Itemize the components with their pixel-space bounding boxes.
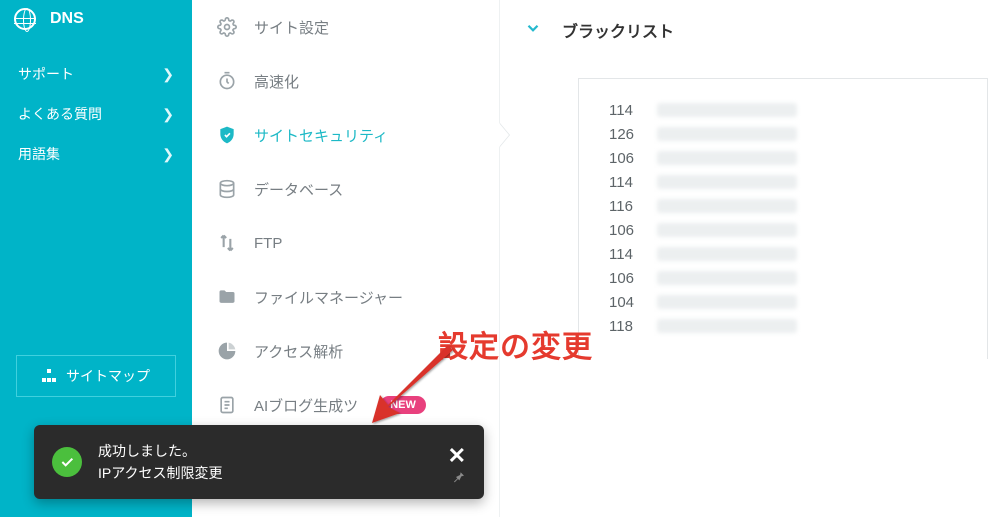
ip-octet: 106 (609, 219, 647, 243)
nav-item-label: FTP (254, 235, 282, 252)
ip-blurred (657, 103, 797, 117)
new-badge: NEW (380, 396, 426, 414)
chevron-right-icon: ❯ (162, 146, 174, 163)
ip-blurred (657, 271, 797, 285)
sitemap-label: サイトマップ (66, 366, 150, 386)
database-icon (216, 178, 238, 200)
piechart-icon (216, 340, 238, 362)
stopwatch-icon (216, 70, 238, 92)
chevron-right-icon: ❯ (162, 66, 174, 83)
ip-octet: 114 (609, 243, 647, 267)
nav-item-label: サイトセキュリティ (254, 125, 388, 146)
sidebar-item-dns[interactable]: DNS (0, 0, 192, 54)
ip-blurred (657, 127, 797, 141)
ip-row: 116 (609, 195, 957, 219)
ip-blurred (657, 223, 797, 237)
dns-label: DNS (50, 10, 84, 28)
sidebar-item-label: よくある質問 (18, 104, 102, 124)
ip-list-box: 114 126 106 114 116 106 114 106 104 118 (578, 78, 988, 359)
sidebar-item-glossary[interactable]: 用語集 ❯ (0, 134, 192, 174)
nav-item-label: データベース (254, 179, 343, 200)
document-icon (216, 394, 238, 416)
ip-row: 118 (609, 315, 957, 339)
ip-octet: 114 (609, 99, 647, 123)
ip-row: 106 (609, 147, 957, 171)
folder-icon (216, 286, 238, 308)
ip-octet: 126 (609, 123, 647, 147)
ip-row: 114 (609, 171, 957, 195)
ip-blurred (657, 151, 797, 165)
nav-item-site-settings[interactable]: サイト設定 (192, 0, 499, 54)
nav-item-speed[interactable]: 高速化 (192, 54, 499, 108)
transfer-icon (216, 232, 238, 254)
toast-pin-button[interactable] (450, 469, 466, 490)
ip-blurred (657, 319, 797, 333)
ip-octet: 118 (609, 315, 647, 339)
nav-item-file-manager[interactable]: ファイルマネージャー (192, 270, 499, 324)
nav-item-label: サイト設定 (254, 17, 329, 38)
main-content: ブラックリスト 114 126 106 114 116 106 114 106 … (500, 0, 1000, 359)
nav-item-security[interactable]: サイトセキュリティ (192, 108, 499, 162)
sidebar-item-faq[interactable]: よくある質問 ❯ (0, 94, 192, 134)
toast-body: 成功しました。 IPアクセス制限変更 (98, 440, 432, 485)
ip-octet: 116 (609, 195, 647, 219)
ip-row: 114 (609, 99, 957, 123)
ip-blurred (657, 175, 797, 189)
chevron-down-icon (524, 19, 542, 42)
sitemap-button[interactable]: サイトマップ (16, 355, 176, 397)
sidebar-item-support[interactable]: サポート ❯ (0, 54, 192, 94)
toast-close-button[interactable]: ✕ (448, 443, 466, 469)
nav-item-label: アクセス解析 (254, 341, 343, 362)
shield-icon (216, 124, 238, 146)
ip-octet: 106 (609, 147, 647, 171)
nav-item-label: 高速化 (254, 71, 299, 92)
chevron-right-icon: ❯ (162, 106, 174, 123)
ip-row: 106 (609, 219, 957, 243)
ip-blurred (657, 295, 797, 309)
sidebar-item-label: 用語集 (18, 144, 60, 164)
ip-octet: 106 (609, 267, 647, 291)
nav-item-label: ファイルマネージャー (254, 287, 403, 308)
success-toast: 成功しました。 IPアクセス制限変更 ✕ (34, 425, 484, 499)
ip-octet: 104 (609, 291, 647, 315)
nav-item-ai-blog[interactable]: AIブログ生成ツ NEW (192, 378, 499, 432)
nav-item-database[interactable]: データベース (192, 162, 499, 216)
ip-row: 104 (609, 291, 957, 315)
nav-item-analytics[interactable]: アクセス解析 (192, 324, 499, 378)
sidebar-item-label: サポート (18, 64, 74, 84)
toast-title: 成功しました。 (98, 440, 432, 462)
globe-icon (14, 8, 36, 30)
ip-row: 106 (609, 267, 957, 291)
sitemap-icon (42, 369, 56, 383)
nav-item-label: AIブログ生成ツ (254, 395, 358, 416)
section-title: ブラックリスト (562, 18, 674, 42)
ip-octet: 114 (609, 171, 647, 195)
success-check-icon (52, 447, 82, 477)
blacklist-accordion-header[interactable]: ブラックリスト (500, 0, 1000, 60)
ip-blurred (657, 247, 797, 261)
ip-blurred (657, 199, 797, 213)
toast-message: IPアクセス制限変更 (98, 462, 432, 484)
gear-icon (216, 16, 238, 38)
ip-row: 126 (609, 123, 957, 147)
nav-item-ftp[interactable]: FTP (192, 216, 499, 270)
ip-row: 114 (609, 243, 957, 267)
